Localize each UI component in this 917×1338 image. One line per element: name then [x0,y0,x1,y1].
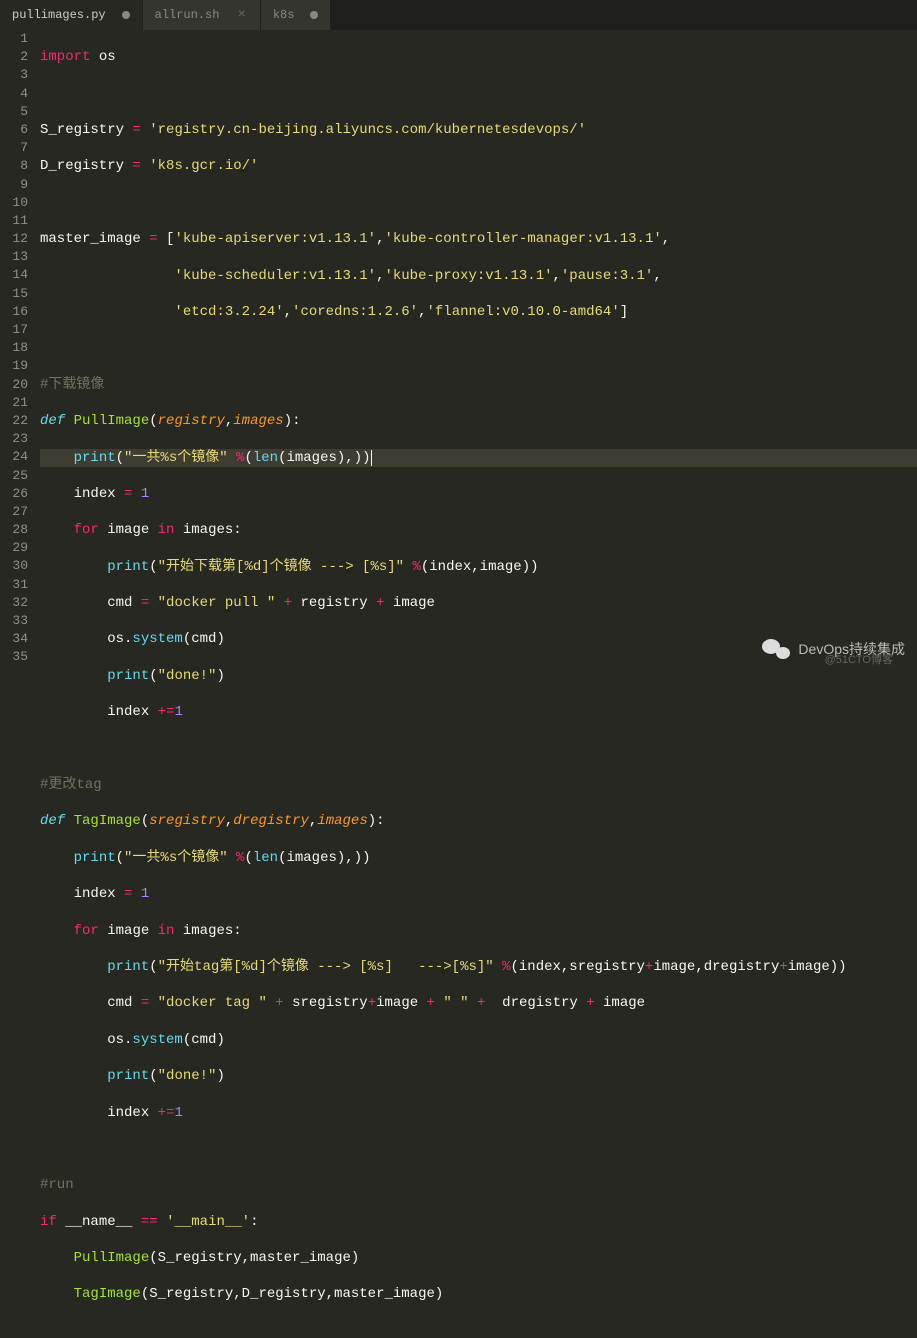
tab-pullimages[interactable]: pullimages.py [0,0,143,30]
line-number: 9 [0,176,28,194]
code-line: print("done!") [40,667,917,685]
code-line: print("一共%s个镜像" %(len(images),)) [40,449,917,467]
line-number: 20 [0,376,28,394]
modified-dot-icon [122,11,130,19]
line-number: 16 [0,303,28,321]
line-number: 27 [0,503,28,521]
code-line [40,339,917,357]
line-number: 31 [0,576,28,594]
tab-label: k8s [273,8,295,22]
line-number: 21 [0,394,28,412]
code-line: D_registry = 'k8s.gcr.io/' [40,157,917,175]
line-number: 23 [0,430,28,448]
line-number: 29 [0,539,28,557]
line-number: 13 [0,248,28,266]
code-line [40,1140,917,1158]
line-number: 22 [0,412,28,430]
line-number: 34 [0,630,28,648]
line-number: 30 [0,557,28,575]
code-line: PullImage(S_registry,master_image) [40,1249,917,1267]
line-number: 12 [0,230,28,248]
code-line: cmd = "docker pull " + registry + image [40,594,917,612]
code-line: #run [40,1176,917,1194]
line-number: 15 [0,285,28,303]
line-number: 10 [0,194,28,212]
code-line: os.system(cmd) [40,1031,917,1049]
line-number: 18 [0,339,28,357]
code-line: index = 1 [40,485,917,503]
watermark: DevOps持续集成 @51CTO博客 [762,637,905,661]
code-line [40,85,917,103]
code-line: for image in images: [40,922,917,940]
tab-label: allrun.sh [155,8,220,22]
tab-label: pullimages.py [12,8,106,22]
line-number: 8 [0,157,28,175]
wechat-icon [762,637,790,661]
code-area[interactable]: import os S_registry = 'registry.cn-beij… [40,30,917,669]
close-icon[interactable]: × [235,7,247,23]
line-number: 19 [0,357,28,375]
code-line: index = 1 [40,885,917,903]
line-gutter: 1 2 3 4 5 6 7 8 9 10 11 12 13 14 15 16 1… [0,30,40,669]
code-line: print("开始下载第[%d]个镜像 ---> [%s]" %(index,i… [40,558,917,576]
code-line: 'kube-scheduler:v1.13.1','kube-proxy:v1.… [40,267,917,285]
code-line: print("一共%s个镜像" %(len(images),)) [40,849,917,867]
line-number: 33 [0,612,28,630]
line-number: 3 [0,66,28,84]
line-number: 17 [0,321,28,339]
tab-allrun[interactable]: allrun.sh × [143,0,261,30]
watermark-sub: @51CTO博客 [825,651,893,667]
tab-bar: pullimages.py allrun.sh × k8s [0,0,917,30]
line-number: 2 [0,48,28,66]
code-line: if __name__ == '__main__': [40,1213,917,1231]
editor: 1 2 3 4 5 6 7 8 9 10 11 12 13 14 15 16 1… [0,30,917,669]
line-number: 5 [0,103,28,121]
line-number: 14 [0,266,28,284]
line-number: 11 [0,212,28,230]
line-number: 1 [0,30,28,48]
code-line: #下载镜像 [40,376,917,394]
code-line: TagImage(S_registry,D_registry,master_im… [40,1285,917,1303]
code-line [40,740,917,758]
line-number: 4 [0,85,28,103]
line-number: 28 [0,521,28,539]
line-number: 26 [0,485,28,503]
code-line: #更改tag [40,776,917,794]
code-line: master_image = ['kube-apiserver:v1.13.1'… [40,230,917,248]
code-line: def TagImage(sregistry,dregistry,images)… [40,812,917,830]
line-number: 32 [0,594,28,612]
line-number: 24 [0,448,28,466]
code-line: cmd = "docker tag " + sregistry+image + … [40,994,917,1012]
code-line: 'etcd:3.2.24','coredns:1.2.6','flannel:v… [40,303,917,321]
cursor-icon [371,450,372,466]
line-number: 35 [0,648,28,666]
code-line: print("done!") [40,1067,917,1085]
code-line: def PullImage(registry,images): [40,412,917,430]
code-line: S_registry = 'registry.cn-beijing.aliyun… [40,121,917,139]
code-line: index +=1 [40,1104,917,1122]
line-number: 25 [0,467,28,485]
line-number: 6 [0,121,28,139]
modified-dot-icon [310,11,318,19]
tab-k8s[interactable]: k8s [261,0,332,30]
code-line: import os [40,48,917,66]
code-line: index +=1 [40,703,917,721]
code-line: print("开始tag第[%d]个镜像 ---> [%s] --->[%s]"… [40,958,917,976]
code-line: for image in images: [40,521,917,539]
code-line [40,194,917,212]
line-number: 7 [0,139,28,157]
